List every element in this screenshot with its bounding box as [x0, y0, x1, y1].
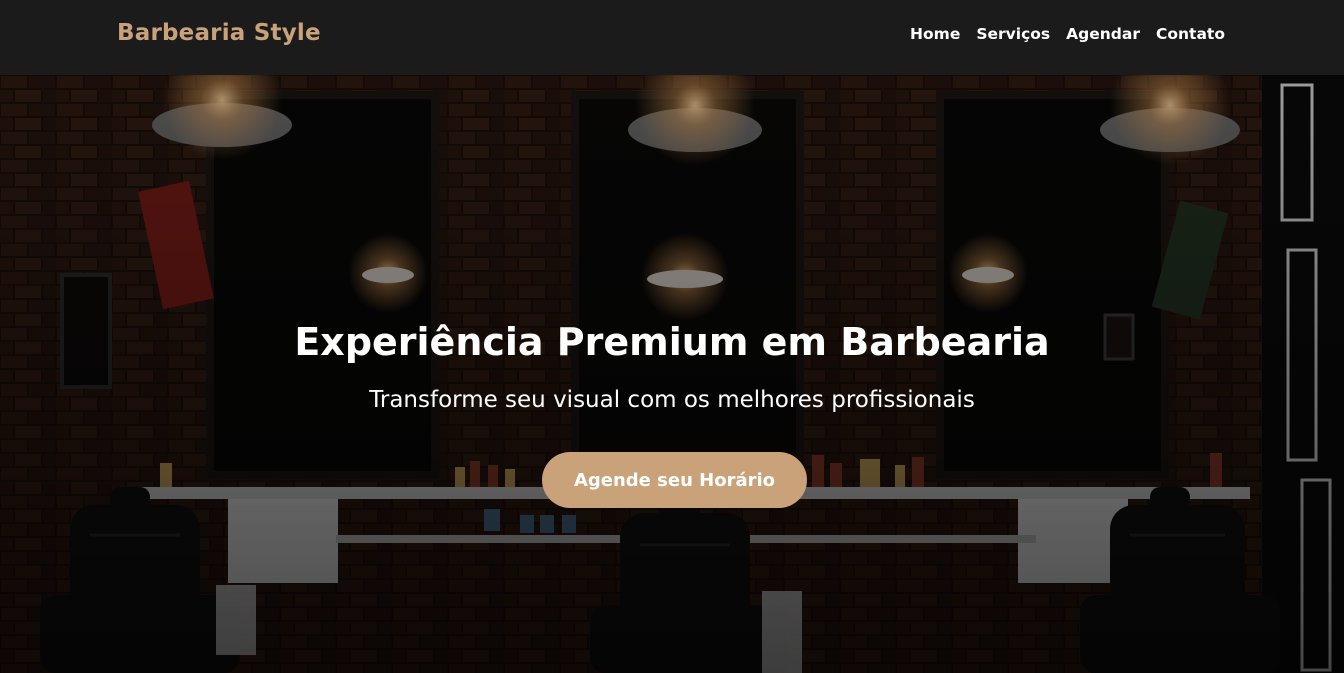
hero-dark-overlay [0, 75, 1344, 673]
navbar: Barbearia Style Home Serviços Agendar Co… [0, 0, 1344, 75]
nav-menu: Home Serviços Agendar Contato [910, 25, 1225, 43]
brand-logo[interactable]: Barbearia Style [117, 20, 321, 46]
nav-link-contato[interactable]: Contato [1156, 25, 1225, 43]
schedule-cta-button[interactable]: Agende seu Horário [542, 452, 807, 508]
hero-section: Experiência Premium em Barbearia Transfo… [0, 75, 1344, 673]
nav-link-agendar[interactable]: Agendar [1066, 25, 1140, 43]
hero-title: Experiência Premium em Barbearia [294, 320, 1050, 364]
hero-subtitle: Transforme seu visual com os melhores pr… [369, 387, 975, 413]
nav-link-home[interactable]: Home [910, 25, 960, 43]
nav-link-servicos[interactable]: Serviços [976, 25, 1050, 43]
